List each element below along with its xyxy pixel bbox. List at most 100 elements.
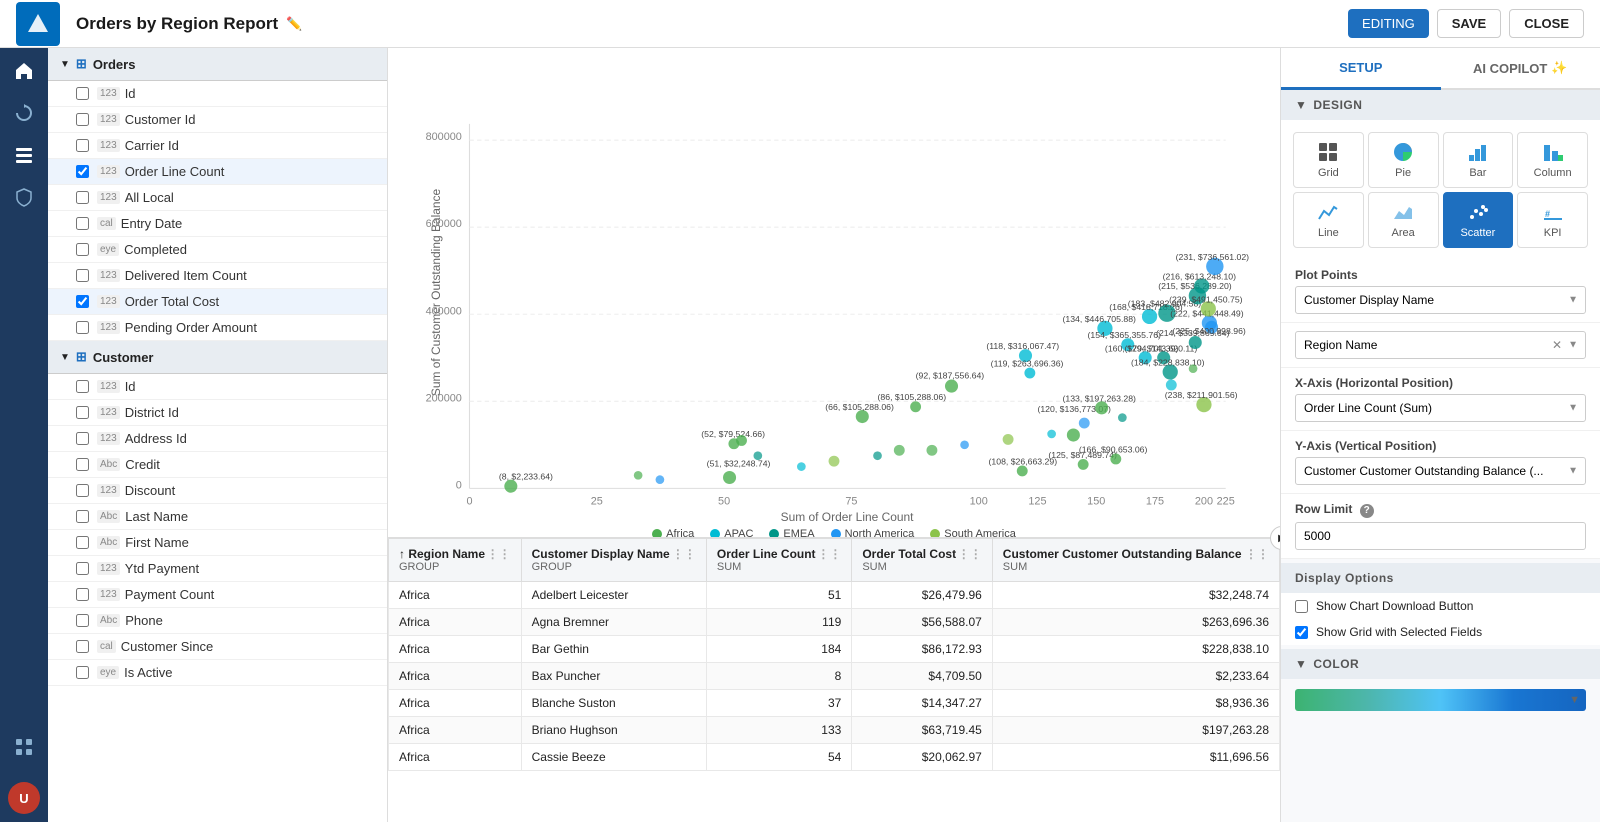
field-item: 123Ytd Payment bbox=[48, 556, 387, 582]
field-checkbox[interactable] bbox=[76, 269, 89, 282]
col-order-line-count[interactable]: Order Line Count ⋮⋮ SUM bbox=[706, 539, 851, 582]
plot-points-select[interactable]: Customer Display Name bbox=[1295, 286, 1586, 314]
orders-fields: 123Id123Customer Id123Carrier Id123Order… bbox=[48, 81, 387, 341]
show-download-checkbox[interactable] bbox=[1295, 600, 1308, 613]
field-checkbox[interactable] bbox=[76, 406, 89, 419]
chart-type-scatter[interactable]: Scatter bbox=[1443, 192, 1514, 248]
col-customer-outstanding-balance[interactable]: Customer Customer Outstanding Balance ⋮⋮… bbox=[992, 539, 1279, 582]
field-checkbox[interactable] bbox=[76, 165, 89, 178]
svg-text:(239, $491,450.75): (239, $491,450.75) bbox=[1169, 294, 1243, 304]
field-checkbox[interactable] bbox=[76, 614, 89, 627]
svg-text:150: 150 bbox=[1087, 496, 1105, 508]
field-checkbox[interactable] bbox=[76, 113, 89, 126]
field-checkbox[interactable] bbox=[76, 295, 89, 308]
svg-text:#: # bbox=[1545, 209, 1550, 219]
show-download-label: Show Chart Download Button bbox=[1316, 599, 1473, 613]
field-checkbox[interactable] bbox=[76, 321, 89, 334]
field-checkbox[interactable] bbox=[76, 87, 89, 100]
field-checkbox[interactable] bbox=[76, 243, 89, 256]
apps-icon[interactable] bbox=[13, 736, 35, 758]
field-checkbox[interactable] bbox=[76, 139, 89, 152]
close-button[interactable]: CLOSE bbox=[1509, 9, 1584, 38]
right-panel: SETUP AI COPILOT ✨ ▼ DESIGN Grid Pie bbox=[1280, 48, 1600, 822]
customer-group-header[interactable]: ▼ ⊞ Customer bbox=[48, 341, 387, 374]
design-section: ▼ DESIGN Grid Pie Bar Co bbox=[1281, 90, 1600, 260]
plot-points-select2[interactable]: Region Name bbox=[1295, 331, 1586, 359]
field-item: AbcFirst Name bbox=[48, 530, 387, 556]
field-checkbox[interactable] bbox=[76, 666, 89, 679]
plot-points-remove-icon[interactable]: ✕ bbox=[1552, 338, 1562, 352]
user-avatar[interactable]: U bbox=[8, 782, 40, 814]
show-grid-checkbox[interactable] bbox=[1295, 626, 1308, 639]
field-item: 123Pending Order Amount bbox=[48, 315, 387, 341]
field-checkbox[interactable] bbox=[76, 562, 89, 575]
shield-icon[interactable] bbox=[13, 186, 35, 208]
topbar-actions: EDITING SAVE CLOSE bbox=[1348, 9, 1584, 38]
customer-table-icon: ⊞ bbox=[76, 349, 87, 365]
x-axis-select[interactable]: Order Line Count (Sum) bbox=[1295, 394, 1586, 422]
field-checkbox[interactable] bbox=[76, 432, 89, 445]
tab-ai-copilot[interactable]: AI COPILOT ✨ bbox=[1441, 48, 1600, 88]
legend-africa-label: Africa bbox=[666, 528, 694, 538]
editing-button[interactable]: EDITING bbox=[1348, 9, 1429, 38]
save-button[interactable]: SAVE bbox=[1437, 9, 1501, 38]
color-bar-chevron[interactable]: ▼ bbox=[1569, 694, 1580, 706]
field-checkbox[interactable] bbox=[76, 380, 89, 393]
svg-text:200: 200 bbox=[1195, 496, 1213, 508]
col-region-name[interactable]: ↑ Region Name ⋮⋮ GROUP bbox=[389, 539, 522, 582]
svg-text:(66, $105,288.06): (66, $105,288.06) bbox=[825, 402, 894, 412]
legend-south-america: South America bbox=[930, 528, 1016, 538]
design-section-label: DESIGN bbox=[1313, 98, 1362, 112]
y-axis-select[interactable]: Customer Customer Outstanding Balance (.… bbox=[1295, 457, 1586, 485]
customer-fields: 123Id123District Id123Address IdAbcCredi… bbox=[48, 374, 387, 686]
field-checkbox[interactable] bbox=[76, 217, 89, 230]
report-title: Orders by Region Report bbox=[76, 14, 278, 34]
field-checkbox[interactable] bbox=[76, 536, 89, 549]
field-checkbox[interactable] bbox=[76, 484, 89, 497]
col-order-total-cost[interactable]: Order Total Cost ⋮⋮ SUM bbox=[852, 539, 992, 582]
data-grid[interactable]: ↑ Region Name ⋮⋮ GROUP Customer Display … bbox=[388, 538, 1280, 822]
topbar: Orders by Region Report ✏️ EDITING SAVE … bbox=[0, 0, 1600, 48]
home-icon[interactable] bbox=[13, 60, 35, 82]
panel-tabs: SETUP AI COPILOT ✨ bbox=[1281, 48, 1600, 90]
orders-group-header[interactable]: ▼ ⊞ Orders bbox=[48, 48, 387, 81]
orders-toggle-icon: ▼ bbox=[60, 59, 70, 70]
col-customer-display-name[interactable]: Customer Display Name ⋮⋮ GROUP bbox=[521, 539, 706, 582]
field-checkbox[interactable] bbox=[76, 588, 89, 601]
show-download-row: Show Chart Download Button bbox=[1281, 593, 1600, 619]
refresh-icon[interactable] bbox=[13, 102, 35, 124]
chart-type-bar[interactable]: Bar bbox=[1443, 132, 1514, 188]
edit-title-icon[interactable]: ✏️ bbox=[286, 16, 302, 32]
field-checkbox[interactable] bbox=[76, 640, 89, 653]
table-row: AfricaBriano Hughson133$63,719.45$197,26… bbox=[389, 717, 1280, 744]
svg-text:(51, $32,248.74): (51, $32,248.74) bbox=[707, 459, 771, 469]
data-table: ↑ Region Name ⋮⋮ GROUP Customer Display … bbox=[388, 538, 1280, 771]
display-options-header: Display Options bbox=[1281, 563, 1600, 593]
field-checkbox[interactable] bbox=[76, 458, 89, 471]
show-grid-label: Show Grid with Selected Fields bbox=[1316, 625, 1482, 639]
design-section-arrow: ▼ bbox=[1295, 98, 1307, 112]
svg-text:800000: 800000 bbox=[426, 131, 462, 143]
chart-type-grid[interactable]: Grid bbox=[1293, 132, 1364, 188]
svg-text:(52, $79,524.66): (52, $79,524.66) bbox=[701, 429, 765, 439]
chart-type-column[interactable]: Column bbox=[1517, 132, 1588, 188]
tab-setup[interactable]: SETUP bbox=[1281, 48, 1441, 90]
field-item: calEntry Date bbox=[48, 211, 387, 237]
row-limit-input[interactable] bbox=[1295, 522, 1586, 550]
chart-type-area[interactable]: Area bbox=[1368, 192, 1439, 248]
color-gradient-bar[interactable]: ▼ bbox=[1295, 689, 1586, 711]
x-axis-label: X-Axis (Horizontal Position) bbox=[1295, 376, 1586, 390]
field-item: eyeCompleted bbox=[48, 237, 387, 263]
data-icon[interactable] bbox=[13, 144, 35, 166]
svg-text:0: 0 bbox=[466, 496, 472, 508]
field-checkbox[interactable] bbox=[76, 510, 89, 523]
chart-type-kpi[interactable]: # KPI bbox=[1517, 192, 1588, 248]
plot-points-field2: Region Name ✕ ▼ bbox=[1281, 323, 1600, 368]
icon-sidebar: U bbox=[0, 48, 48, 822]
svg-text:(133, $197,263.28): (133, $197,263.28) bbox=[1063, 393, 1137, 403]
chart-type-line[interactable]: Line bbox=[1293, 192, 1364, 248]
table-header-row: ↑ Region Name ⋮⋮ GROUP Customer Display … bbox=[389, 539, 1280, 582]
plot-points-label: Plot Points bbox=[1295, 268, 1586, 282]
chart-type-pie[interactable]: Pie bbox=[1368, 132, 1439, 188]
field-checkbox[interactable] bbox=[76, 191, 89, 204]
